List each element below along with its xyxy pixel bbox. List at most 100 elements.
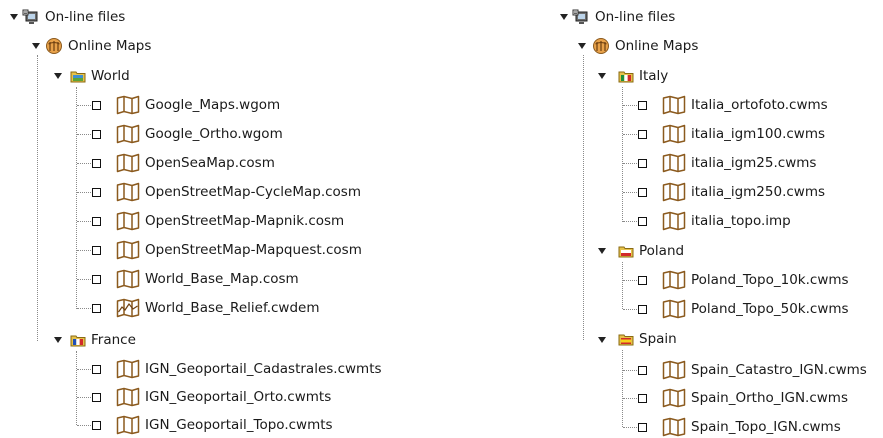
tree-connector-line (623, 163, 637, 164)
tree-connector-line (76, 351, 77, 425)
map-file-icon (662, 211, 686, 231)
leaf-node-box[interactable] (92, 365, 101, 374)
leaf-node-box[interactable] (92, 393, 101, 402)
map-file-item[interactable]: IGN_Geoportail_Topo.cwmts (116, 414, 333, 436)
file-name-label: Google_Ortho.wgom (145, 126, 283, 142)
tree-toggle-expanded-icon[interactable] (32, 43, 40, 49)
tree-toggle-expanded-icon[interactable] (598, 248, 606, 254)
tree-connector-line (622, 262, 623, 309)
leaf-node-box[interactable] (638, 366, 647, 375)
file-name-label: Italia_ortofoto.cwms (691, 97, 828, 113)
map-file-item[interactable]: World_Base_Relief.cwdem (116, 297, 320, 319)
tree-node-label: Spain (639, 331, 677, 347)
map-file-icon (662, 153, 686, 173)
tree-connector-line (623, 370, 637, 371)
tree-connector-line (623, 221, 637, 222)
leaf-node-box[interactable] (92, 421, 101, 430)
map-file-item[interactable]: OpenSeaMap.cosm (116, 152, 275, 174)
online-maps-icon (592, 37, 610, 55)
tree-toggle-expanded-icon[interactable] (54, 73, 62, 79)
leaf-node-box[interactable] (92, 275, 101, 284)
tree-node-label: Italy (639, 68, 669, 84)
tree-node-group-spain[interactable]: Spain (618, 328, 677, 350)
folder-icon (70, 333, 86, 347)
map-file-item[interactable]: Spain_Ortho_IGN.cwms (662, 387, 848, 409)
map-file-item[interactable]: Italia_ortofoto.cwms (662, 94, 828, 116)
leaf-node-box[interactable] (92, 188, 101, 197)
leaf-node-box[interactable] (638, 305, 647, 314)
tree-connector-line (622, 350, 623, 427)
tree-node-online-files[interactable]: On-line files (22, 6, 125, 28)
leaf-node-box[interactable] (638, 188, 647, 197)
leaf-node-box[interactable] (638, 217, 647, 226)
leaf-node-box[interactable] (92, 246, 101, 255)
leaf-node-box[interactable] (638, 394, 647, 403)
map-file-icon (116, 153, 140, 173)
tree-node-label: Online Maps (615, 38, 699, 54)
map-file-item[interactable]: italia_igm25.cwms (662, 152, 816, 174)
tree-toggle-expanded-icon[interactable] (54, 337, 62, 343)
map-file-item[interactable]: Google_Maps.wgom (116, 94, 280, 116)
tree-node-group-world[interactable]: World (70, 65, 130, 87)
map-file-item[interactable]: Poland_Topo_50k.cwms (662, 298, 849, 320)
file-name-label: World_Base_Map.cosm (145, 271, 299, 287)
tree-node-group-france[interactable]: France (70, 329, 136, 351)
leaf-node-box[interactable] (638, 159, 647, 168)
file-name-label: OpenStreetMap-Mapnik.cosm (145, 213, 345, 229)
tree-connector-line (37, 55, 38, 341)
tree-connector-line (76, 87, 77, 309)
map-file-icon (116, 211, 140, 231)
tree-panel-left: On-line files Online Maps World Google_M… (0, 0, 430, 438)
computer-files-icon (572, 8, 590, 26)
tree-node-group-italy[interactable]: Italy (618, 65, 668, 87)
file-name-label: Poland_Topo_10k.cwms (691, 272, 849, 288)
map-file-item[interactable]: Spain_Topo_IGN.cwms (662, 416, 841, 438)
leaf-node-box[interactable] (92, 304, 101, 313)
map-file-icon (662, 417, 686, 437)
leaf-node-box[interactable] (92, 130, 101, 139)
file-name-label: italia_igm100.cwms (691, 126, 826, 142)
tree-connector-line (77, 250, 91, 251)
map-file-item[interactable]: World_Base_Map.cosm (116, 268, 299, 290)
tree-node-label: Poland (639, 243, 685, 259)
map-file-item[interactable]: IGN_Geoportail_Cadastrales.cwmts (116, 358, 382, 380)
tree-toggle-expanded-icon[interactable] (578, 43, 586, 49)
tree-node-online-files[interactable]: On-line files (572, 6, 675, 28)
tree-toggle-expanded-icon[interactable] (598, 337, 606, 343)
leaf-node-box[interactable] (638, 101, 647, 110)
leaf-node-box[interactable] (92, 101, 101, 110)
map-file-item[interactable]: Poland_Topo_10k.cwms (662, 269, 849, 291)
map-file-item[interactable]: Spain_Catastro_IGN.cwms (662, 359, 867, 381)
tree-connector-line (623, 280, 637, 281)
leaf-node-box[interactable] (92, 159, 101, 168)
tree-toggle-expanded-icon[interactable] (560, 14, 568, 20)
map-file-item[interactable]: italia_topo.imp (662, 210, 791, 232)
leaf-node-box[interactable] (638, 423, 647, 432)
map-file-item[interactable]: italia_igm250.cwms (662, 181, 825, 203)
leaf-node-box[interactable] (92, 217, 101, 226)
leaf-node-box[interactable] (638, 276, 647, 285)
map-file-icon (662, 388, 686, 408)
map-file-icon (116, 182, 140, 202)
map-file-item[interactable]: Google_Ortho.wgom (116, 123, 283, 145)
map-file-icon (116, 387, 140, 407)
tree-toggle-expanded-icon[interactable] (598, 73, 606, 79)
tree-node-online-maps[interactable]: Online Maps (592, 35, 698, 57)
tree-node-label: Online Maps (68, 38, 152, 54)
tree-node-group-poland[interactable]: Poland (618, 240, 684, 262)
tree-node-online-maps[interactable]: Online Maps (45, 35, 151, 57)
map-file-item[interactable]: italia_igm100.cwms (662, 123, 825, 145)
tree-toggle-expanded-icon[interactable] (10, 14, 18, 20)
tree-connector-line (77, 397, 91, 398)
map-file-item[interactable]: IGN_Geoportail_Orto.cwmts (116, 386, 331, 408)
leaf-node-box[interactable] (638, 130, 647, 139)
map-file-icon (662, 182, 686, 202)
map-file-item[interactable]: OpenStreetMap-Mapquest.cosm (116, 239, 362, 261)
tree-connector-line (77, 369, 91, 370)
map-file-icon (662, 270, 686, 290)
file-name-label: italia_topo.imp (691, 213, 791, 229)
map-file-item[interactable]: OpenStreetMap-CycleMap.cosm (116, 181, 361, 203)
tree-connector-line (77, 163, 91, 164)
tree-connector-line (77, 192, 91, 193)
map-file-item[interactable]: OpenStreetMap-Mapnik.cosm (116, 210, 344, 232)
